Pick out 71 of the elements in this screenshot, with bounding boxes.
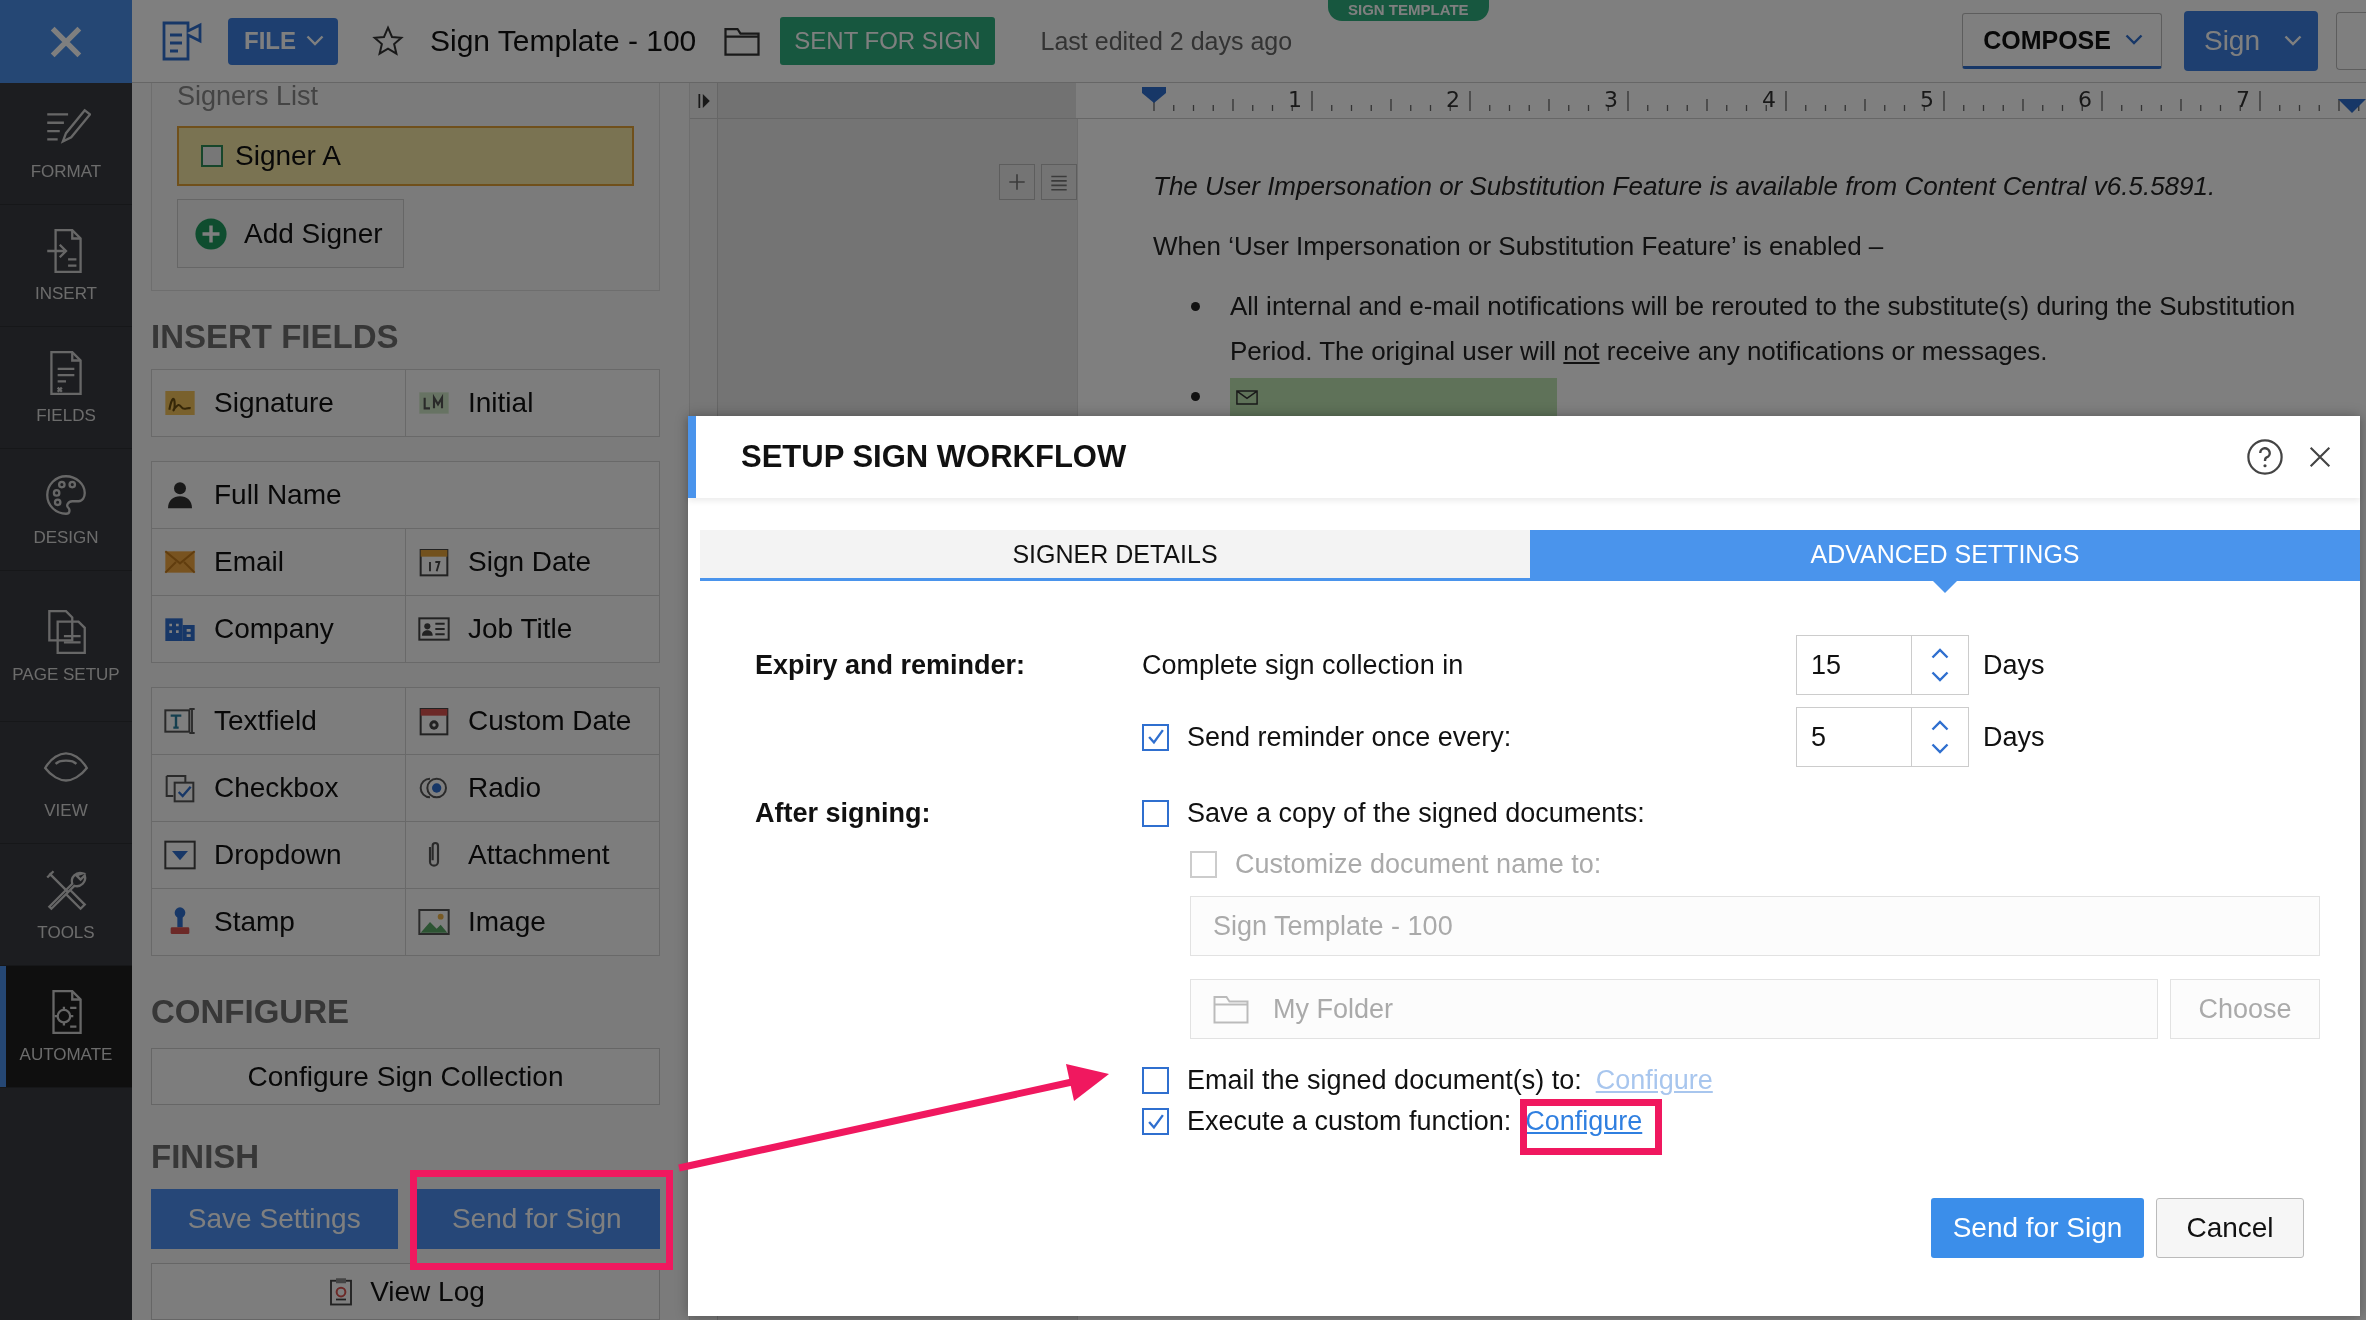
file-menu-button[interactable]: FILE (228, 17, 338, 65)
option-label: Customize document name to: (1235, 848, 1602, 880)
section-heading: CONFIGURE (151, 992, 350, 1032)
option-label: Save a copy of the signed documents: (1187, 797, 1645, 829)
chevron-down-icon[interactable] (1931, 670, 1949, 683)
dropdown-icon (164, 839, 196, 871)
calendar-icon (418, 546, 450, 578)
option-label: Complete sign collection in (1142, 649, 1465, 681)
ruler-number: 3 (1604, 87, 1618, 112)
option-label: Execute a custom function: (1187, 1106, 1512, 1137)
paragraph: The User Impersonation or Substitution Feature is available from Content Central v6.5.5891. (1153, 170, 2216, 203)
chevron-down-icon[interactable] (1931, 742, 1949, 755)
ruler-number: 4 (1762, 87, 1776, 112)
sign-button[interactable]: Sign (2183, 11, 2318, 71)
chevron-down-icon (2284, 35, 2302, 47)
paragraph: When ‘User Impersonation or Substitution Feature’ is enabled – (1153, 230, 1884, 263)
send-for-sign-button[interactable]: Send for Sign (1931, 1198, 2144, 1258)
plus-circle-icon (194, 216, 228, 251)
ruler-number: 1 (1288, 87, 1302, 112)
checkbox[interactable] (1142, 799, 1169, 827)
document-title: Sign Template - 100 (430, 24, 697, 58)
text-cursor-icon (164, 705, 196, 737)
template-badge: SIGN TEMPLATE (1328, 0, 1489, 21)
chevron-down-icon (306, 35, 324, 47)
ruler-number: 5 (1920, 87, 1934, 112)
folder-icon[interactable] (724, 26, 761, 56)
chevron-up-icon[interactable] (1931, 647, 1949, 660)
ruler-number: 6 (2078, 87, 2092, 112)
checkbox[interactable] (1142, 1108, 1169, 1135)
bullet-text: All internal and e-mail notifications will be rerouted to the substitute(s) during the Substitution Period. The original user will not receive any notifications or messages. (1230, 290, 2297, 368)
help-icon[interactable] (2246, 438, 2284, 476)
chevron-up-icon[interactable] (1931, 719, 1949, 732)
unit-label: Days (1983, 721, 2045, 753)
option-label: Email the signed document(s) to: (1187, 1065, 1582, 1096)
section-label: After signing: (755, 797, 932, 830)
paragraph-icon[interactable] (1041, 164, 1077, 200)
unit-label: Days (1983, 649, 2045, 681)
envelope-icon (1236, 389, 1258, 405)
signer-swatch-icon (201, 145, 223, 167)
section-heading: FINISH (151, 1137, 261, 1177)
configure-link[interactable]: Configure (1525, 1106, 1643, 1137)
view-log-button[interactable]: View Log (151, 1263, 660, 1320)
checkbox[interactable] (1142, 1067, 1169, 1094)
ruler-number: 7 (2236, 87, 2250, 112)
calendar-gear-icon (418, 705, 450, 737)
folder-icon (1213, 994, 1249, 1024)
star-icon[interactable] (372, 25, 404, 57)
signer-item[interactable]: Signer A (177, 126, 634, 186)
dialog-title: SETUP SIGN WORKFLOW (741, 439, 1128, 475)
email-field[interactable] (1230, 378, 1557, 416)
last-edited-text: Last edited 2 days ago (1040, 26, 1293, 56)
compose-button[interactable]: COMPOSE (1962, 13, 2162, 69)
rail-tab[interactable]: AUTOMATE (0, 966, 132, 1088)
checkbox[interactable] (1142, 723, 1169, 751)
number-stepper[interactable]: 15 (1796, 635, 1969, 695)
status-badge: SENT FOR SIGN (780, 17, 995, 65)
image-icon (418, 906, 450, 938)
option-label: Send reminder once every: (1187, 721, 1512, 753)
cancel-button[interactable]: Cancel (2156, 1198, 2304, 1258)
close-button[interactable] (0, 0, 132, 83)
section-heading: INSERT FIELDS (151, 317, 400, 357)
tab[interactable]: SIGNER DETAILS (700, 530, 1530, 578)
ruler-number: 2 (1446, 87, 1460, 112)
chevron-down-icon (2124, 34, 2143, 46)
section-label: Expiry and reminder: (755, 649, 1027, 682)
configure-button[interactable]: Configure Sign Collection (151, 1048, 660, 1105)
add-signer-button[interactable]: Add Signer (177, 199, 404, 268)
bullet-icon (1191, 392, 1200, 401)
bullet-icon (1191, 302, 1200, 311)
checkbox-icon (164, 772, 196, 804)
number-stepper[interactable]: 5 (1796, 707, 1969, 767)
